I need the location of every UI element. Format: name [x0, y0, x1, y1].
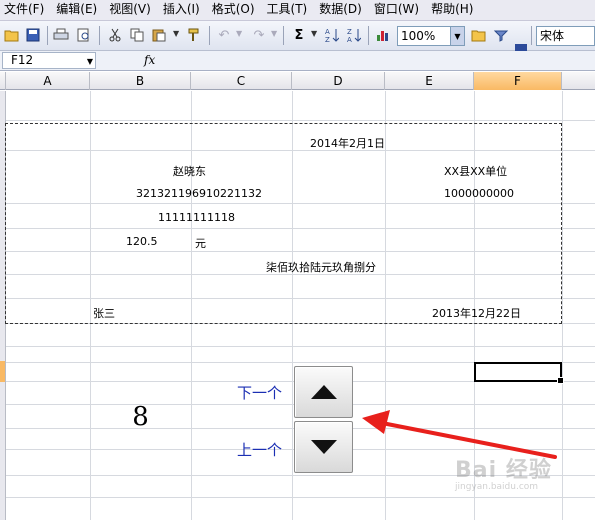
function-icon[interactable]: fx — [144, 53, 155, 67]
font-name-combo[interactable]: 宋体 — [536, 26, 595, 46]
toolbar-options-icon[interactable] — [492, 26, 510, 44]
grid-line — [0, 120, 595, 121]
cell-date-header[interactable]: 2014年2月1日 — [310, 135, 385, 151]
menu-file[interactable]: 文件(F) — [0, 0, 50, 21]
grid-line — [0, 346, 595, 347]
research-icon[interactable] — [470, 26, 488, 44]
print-icon[interactable] — [52, 26, 70, 44]
spinner-up-button[interactable] — [294, 366, 353, 418]
autosum-icon[interactable]: Σ — [290, 26, 308, 44]
toolbar-separator — [47, 26, 48, 45]
undo-icon[interactable]: ↶ — [215, 26, 233, 44]
redo-dropdown-icon[interactable]: ▼ — [271, 29, 279, 39]
print-area-border — [5, 123, 562, 324]
menu-tools[interactable]: 工具(T) — [261, 0, 314, 21]
column-headers: A B C D E F — [0, 72, 595, 90]
toolbar-separator — [283, 26, 284, 45]
active-cell-selection[interactable] — [474, 362, 564, 384]
cell-signer[interactable]: 张三 — [93, 305, 115, 321]
print-preview-icon[interactable] — [75, 26, 93, 44]
counter-value[interactable]: 8 — [90, 402, 191, 432]
cell-id-number[interactable]: 321321196910221132 — [136, 187, 262, 200]
undo-dropdown-icon[interactable]: ▼ — [236, 29, 244, 39]
column-header-f[interactable]: F — [474, 72, 562, 90]
triangle-up-icon — [310, 385, 337, 399]
cell-company[interactable]: XX县XX单位 — [444, 163, 507, 179]
menu-help[interactable]: 帮助(H) — [425, 0, 479, 21]
svg-text:Z: Z — [325, 36, 330, 43]
menu-view[interactable]: 视图(V) — [103, 0, 157, 21]
zoom-dropdown-icon[interactable]: ▼ — [450, 27, 464, 45]
cell-currency-unit[interactable]: 元 — [195, 235, 206, 251]
watermark-text: Bai 经验 — [455, 458, 552, 483]
grid-line — [0, 497, 595, 498]
spinner-down-button[interactable] — [294, 421, 353, 473]
menu-window[interactable]: 窗口(W) — [368, 0, 425, 21]
column-header-e[interactable]: E — [385, 72, 474, 90]
redo-icon[interactable]: ↷ — [250, 26, 268, 44]
cell-phone[interactable]: 11111111118 — [158, 211, 235, 224]
cell-name[interactable]: 赵晓东 — [173, 163, 206, 179]
open-icon[interactable] — [3, 26, 21, 44]
menu-bar: 文件(F) 编辑(E) 视图(V) 插入(I) 格式(O) 工具(T) 数据(D… — [0, 0, 595, 21]
format-painter-icon[interactable] — [185, 26, 203, 44]
name-box-value: F12 — [11, 53, 34, 67]
formula-bar: F12 ▼ fx — [0, 51, 595, 71]
grid-line — [562, 91, 563, 520]
watermark-url: jingyan.baidu.com — [455, 482, 539, 492]
sort-descending-icon[interactable]: ZA — [345, 26, 363, 44]
column-header-c[interactable]: C — [191, 72, 292, 90]
toolbar-separator — [531, 26, 532, 45]
paste-icon[interactable] — [150, 26, 168, 44]
column-header-d[interactable]: D — [292, 72, 385, 90]
svg-text:A: A — [325, 28, 330, 36]
triangle-down-icon — [310, 440, 337, 454]
next-label: 下一个 — [237, 384, 283, 402]
zoom-value: 100% — [401, 29, 436, 43]
column-header-b[interactable]: B — [90, 72, 191, 90]
column-header-a[interactable]: A — [6, 72, 90, 90]
baidu-jingyan-watermark: Bai 经验 jingyan.baidu.com — [455, 452, 552, 492]
toolbar-separator — [99, 26, 100, 45]
name-box-dropdown-icon[interactable]: ▼ — [87, 54, 93, 69]
cell-sign-date[interactable]: 2013年12月22日 — [432, 305, 521, 321]
toolbar-separator — [209, 26, 210, 45]
prev-label: 上一个 — [237, 441, 283, 459]
menu-insert[interactable]: 插入(I) — [157, 0, 206, 21]
cut-icon[interactable] — [106, 26, 124, 44]
cell-amount-words[interactable]: 柒佰玖拾陆元玖角捌分 — [266, 259, 376, 275]
paste-dropdown-icon[interactable]: ▼ — [173, 29, 181, 39]
svg-text:Z: Z — [347, 28, 352, 36]
save-icon[interactable] — [24, 26, 42, 44]
cell-amount[interactable]: 120.5 — [126, 235, 158, 248]
cell-account[interactable]: 1000000000 — [444, 187, 514, 200]
menu-data[interactable]: 数据(D) — [313, 0, 368, 21]
name-box[interactable]: F12 ▼ — [2, 52, 96, 69]
copy-icon[interactable] — [128, 26, 146, 44]
sort-ascending-icon[interactable]: AZ — [323, 26, 341, 44]
standard-toolbar: ▼ ↶ ▼ ↷ ▼ Σ ▼ AZ ZA — [0, 21, 595, 70]
zoom-combo[interactable]: 100% ▼ — [397, 26, 465, 46]
toolbar-separator — [368, 26, 369, 45]
svg-text:A: A — [347, 36, 352, 43]
menu-format[interactable]: 格式(O) — [206, 0, 261, 21]
autosum-dropdown-icon[interactable]: ▼ — [311, 29, 319, 39]
menu-edit[interactable]: 编辑(E) — [50, 0, 103, 21]
chart-wizard-icon[interactable] — [374, 26, 392, 44]
row-header-active[interactable] — [0, 361, 6, 382]
